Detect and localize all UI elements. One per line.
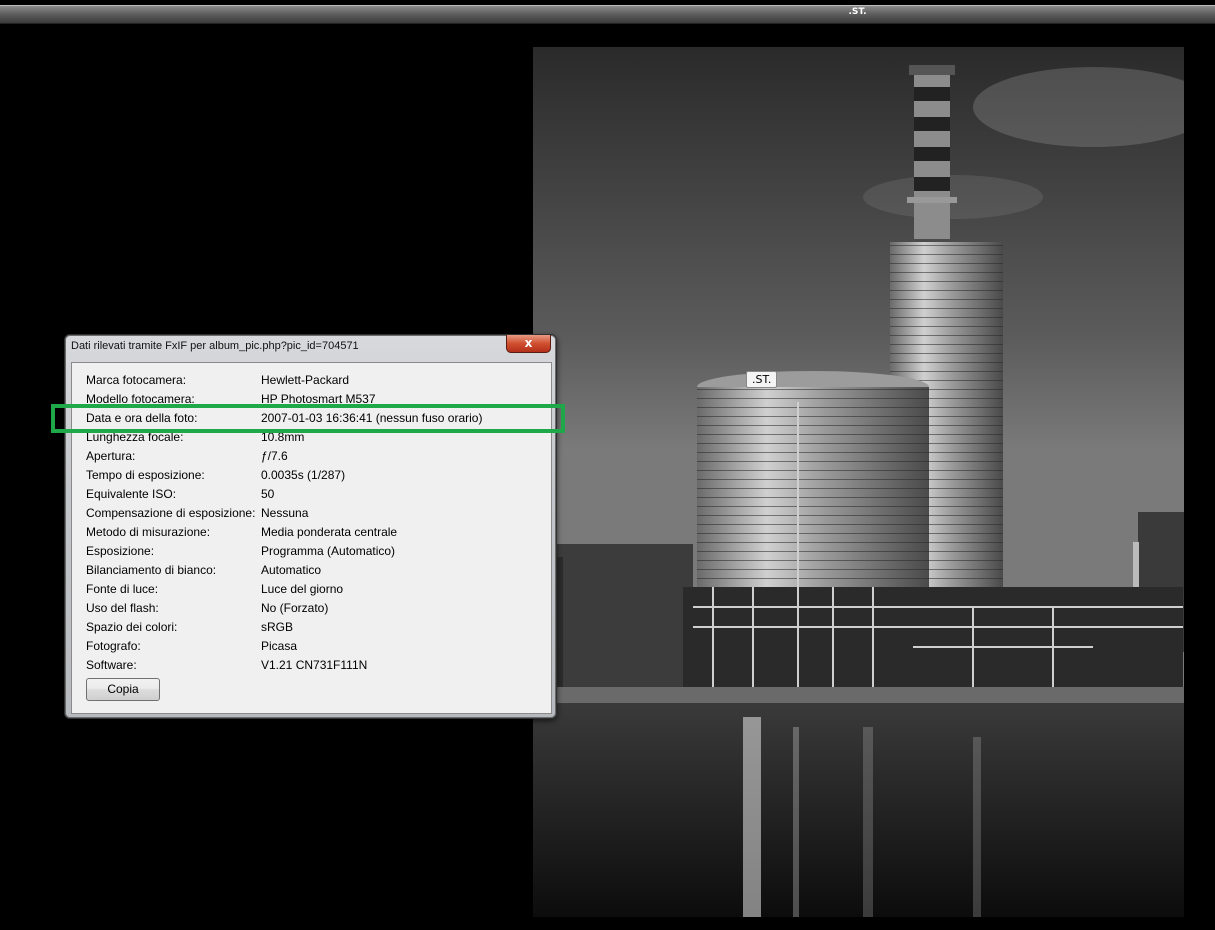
copy-button[interactable]: Copia: [86, 678, 160, 701]
titlebar-strip: [0, 5, 1215, 24]
exif-value: Media ponderata centrale: [261, 525, 398, 539]
exif-label: Esposizione:: [86, 544, 155, 558]
exif-label: Software:: [86, 658, 137, 672]
exif-label: Tempo di esposizione:: [86, 468, 205, 482]
exif-label: Spazio dei colori:: [86, 620, 178, 634]
exif-value: No (Forzato): [261, 601, 329, 615]
highlight-box: [51, 404, 565, 433]
exif-value: Luce del giorno: [261, 582, 344, 596]
exif-value: Nessuna: [261, 506, 309, 520]
exif-label: Apertura:: [86, 449, 136, 463]
close-button[interactable]: x: [506, 335, 551, 353]
exif-value: Hewlett-Packard: [261, 373, 350, 387]
window-titlebar: .ST.: [0, 0, 1215, 24]
exif-value: ƒ/7.6: [261, 449, 288, 463]
exif-label: Compensazione di esposizione:: [86, 506, 256, 520]
exif-value: Automatico: [261, 563, 322, 577]
exif-label: Fotografo:: [86, 639, 141, 653]
exif-label: Bilanciamento di bianco:: [86, 563, 217, 577]
photo-image: [533, 47, 1184, 917]
photo: [533, 47, 1184, 917]
exif-value: Picasa: [261, 639, 298, 653]
dialog-title: Dati rilevati tramite FxIF per album_pic…: [71, 340, 359, 352]
exif-value: 50: [261, 487, 275, 501]
exif-value: 0.0035s (1/287): [261, 468, 346, 482]
exif-label: Marca fotocamera:: [86, 373, 187, 387]
exif-label: Uso del flash:: [86, 601, 159, 615]
exif-value: V1.21 CN731F111N: [261, 658, 368, 672]
exif-dialog: Dati rilevati tramite FxIF per album_pic…: [64, 334, 557, 719]
exif-label: Equivalente ISO:: [86, 487, 177, 501]
exif-label: Metodo di misurazione:: [86, 525, 211, 539]
photo-tag: .ST.: [746, 371, 778, 388]
exif-value: Programma (Automatico): [261, 544, 396, 558]
exif-label: Fonte di luce:: [86, 582, 159, 596]
window-title: .ST.: [848, 7, 867, 17]
exif-value: sRGB: [261, 620, 294, 634]
